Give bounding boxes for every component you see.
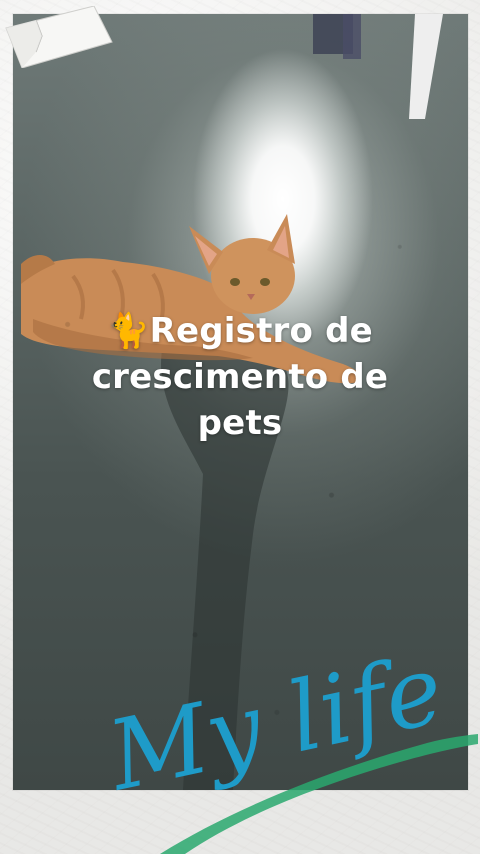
paper-tape-icon (5, 6, 113, 68)
my-life-script: My life (98, 640, 478, 854)
my-life-caption: My life (98, 640, 453, 813)
story-page: 🐈Registro de crescimento de pets My life (0, 0, 480, 854)
page-title: 🐈Registro de crescimento de pets (91, 311, 389, 443)
